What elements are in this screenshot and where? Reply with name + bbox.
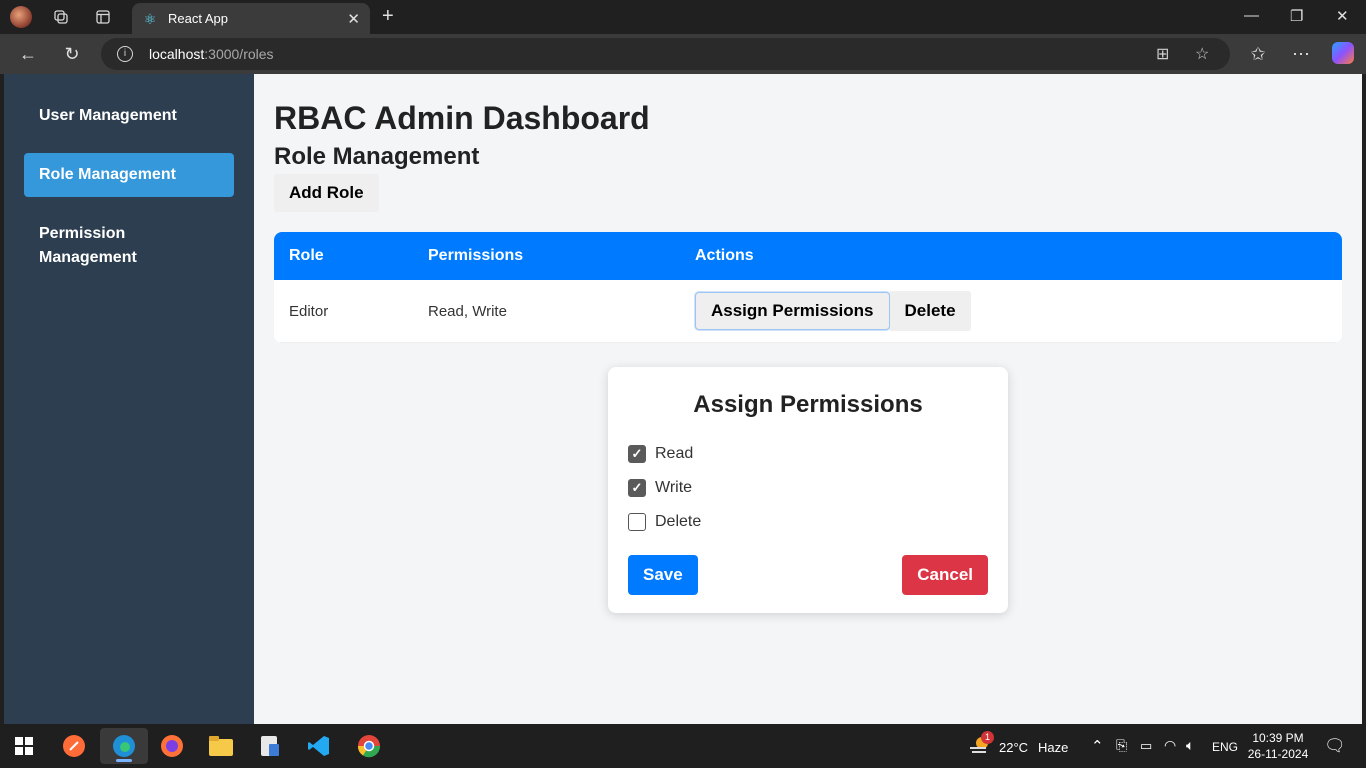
weather-temperature[interactable]: 22°C <box>999 740 1028 755</box>
tab-actions-icon[interactable] <box>92 6 114 28</box>
close-icon[interactable]: ✕ <box>347 10 360 28</box>
cell-permissions: Read, Write <box>428 302 507 320</box>
cell-role: Editor <box>289 302 329 320</box>
assign-permissions-modal: Assign Permissions ✓ Read ✓ Write Delete… <box>608 367 1008 613</box>
workspaces-icon[interactable] <box>50 6 72 28</box>
sidebar-item-role-management[interactable]: Role Management <box>24 153 234 197</box>
restore-icon[interactable]: ❐ <box>1290 7 1303 25</box>
browser-title-bar: ⚛ React App ✕ + — ❐ ✕ <box>0 0 1366 34</box>
postman-icon[interactable] <box>60 732 88 760</box>
section-title: Role Management <box>274 143 480 170</box>
chrome-icon[interactable] <box>355 732 383 760</box>
react-icon: ⚛ <box>143 10 157 27</box>
delete-role-button[interactable]: Delete <box>889 291 971 331</box>
wifi-icon[interactable]: ◠ <box>1164 737 1176 754</box>
window-close-icon[interactable]: ✕ <box>1336 7 1349 25</box>
url-host: localhost <box>149 46 205 62</box>
volume-icon[interactable]: 🔈︎ <box>1186 737 1194 754</box>
permission-label: Read <box>655 445 694 462</box>
table-row: Editor Read, Write Assign Permissions De… <box>274 280 1342 343</box>
device-icon[interactable]: ⎘ <box>1116 737 1127 754</box>
address-bar[interactable]: i localhost:3000/roles ⊞ ☆ <box>101 38 1230 70</box>
weather-description[interactable]: Haze <box>1038 740 1068 755</box>
browser-toolbar: ← ↻ i localhost:3000/roles ⊞ ☆ ✩ ⋯ <box>0 34 1366 74</box>
permission-option-delete[interactable]: Delete <box>628 505 988 539</box>
copilot-icon[interactable] <box>1332 42 1354 64</box>
sidebar-item-permission-management[interactable]: Permission Management <box>24 212 234 280</box>
language-indicator[interactable]: ENG <box>1212 740 1238 754</box>
app-icon[interactable]: ⊞ <box>1156 44 1169 64</box>
more-icon[interactable]: ⋯ <box>1289 42 1313 66</box>
active-indicator <box>116 759 132 762</box>
roles-table: Role Permissions Actions Editor Read, Wr… <box>274 232 1342 343</box>
url-path: :3000/roles <box>204 46 274 62</box>
cell-actions: Assign Permissions Delete <box>695 291 1342 331</box>
profile-avatar[interactable] <box>10 6 32 28</box>
windows-taskbar: 1 22°C Haze ⌃ ⎘ ▭ ◠ 🔈︎ ENG 10:39 PM 26-1… <box>0 724 1366 768</box>
page-viewport: User Management Role Management Permissi… <box>4 74 1362 724</box>
clock-date: 26-11-2024 <box>1247 747 1309 761</box>
edge-icon[interactable] <box>100 728 148 764</box>
sidebar-item-user-management[interactable]: User Management <box>24 94 234 138</box>
main-content: RBAC Admin Dashboard Role Management Add… <box>254 74 1362 724</box>
favorites-icon[interactable]: ✩ <box>1246 42 1270 66</box>
add-role-button[interactable]: Add Role <box>274 174 379 212</box>
chevron-up-icon[interactable]: ⌃ <box>1091 737 1104 755</box>
modal-actions: Save Cancel <box>628 555 988 595</box>
sidebar: User Management Role Management Permissi… <box>4 74 254 724</box>
battery-icon[interactable]: ▭ <box>1140 738 1152 754</box>
weather-badge: 1 <box>981 731 994 744</box>
delete-checkbox[interactable] <box>628 513 646 531</box>
clock[interactable]: 10:39 PM 26-11-2024 <box>1246 730 1310 762</box>
firefox-icon[interactable] <box>158 732 186 760</box>
modal-title: Assign Permissions <box>693 391 923 418</box>
plus-icon[interactable]: + <box>382 5 394 28</box>
permission-label: Delete <box>655 513 702 530</box>
permission-label: Write <box>655 479 693 496</box>
info-icon[interactable]: i <box>117 46 133 62</box>
write-checkbox[interactable]: ✓ <box>628 479 646 497</box>
cancel-button[interactable]: Cancel <box>902 555 988 595</box>
minimize-icon[interactable]: — <box>1244 7 1259 24</box>
windows-start-icon[interactable] <box>10 732 38 760</box>
save-button[interactable]: Save <box>628 555 698 595</box>
file-explorer-icon[interactable] <box>207 732 235 760</box>
clock-time: 10:39 PM <box>1252 731 1304 745</box>
vscode-icon[interactable] <box>305 732 333 760</box>
column-header-role: Role <box>289 247 324 264</box>
table-header: Role Permissions Actions <box>274 232 1342 280</box>
star-icon[interactable]: ☆ <box>1195 44 1209 64</box>
permission-option-read[interactable]: ✓ Read <box>628 437 988 471</box>
tab-title: React App <box>168 11 228 26</box>
permission-option-write[interactable]: ✓ Write <box>628 471 988 505</box>
read-checkbox[interactable]: ✓ <box>628 445 646 463</box>
column-header-actions: Actions <box>695 247 754 264</box>
assign-permissions-button[interactable]: Assign Permissions <box>695 292 890 330</box>
column-header-permissions: Permissions <box>428 247 524 264</box>
browser-tab[interactable]: ⚛ React App ✕ <box>132 3 370 34</box>
refresh-icon[interactable]: ↻ <box>60 42 84 66</box>
back-arrow-icon[interactable]: ← <box>16 42 40 66</box>
page-title: RBAC Admin Dashboard <box>274 100 650 136</box>
notification-icon[interactable]: 🗨︎ <box>1324 736 1346 756</box>
notepad-icon[interactable] <box>256 732 284 760</box>
